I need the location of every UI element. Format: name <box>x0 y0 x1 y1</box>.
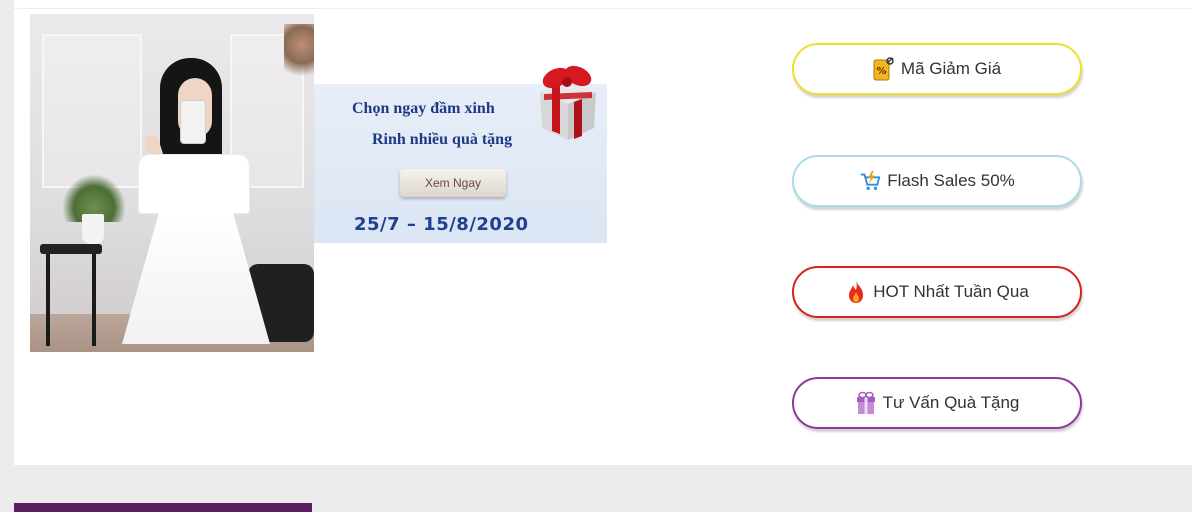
dress-top <box>138 154 250 214</box>
promo-banner[interactable]: Chọn ngay đầm xinh Rinh nhiều quà tặng X… <box>314 65 607 243</box>
page: Chọn ngay đầm xinh Rinh nhiều quà tặng X… <box>0 0 1192 512</box>
gift-box-icon <box>540 65 596 140</box>
cart-flash-icon <box>859 169 881 193</box>
product-photo[interactable] <box>30 14 314 352</box>
plant-pot <box>82 214 104 244</box>
flash-sales-label: Flash Sales 50% <box>887 171 1015 190</box>
fire-icon <box>845 280 867 304</box>
promo-dates: 25/7 – 15/8/2020 <box>354 214 529 235</box>
svg-text:%: % <box>876 66 886 77</box>
banner-subheadline: Rinh nhiều quà tặng <box>372 131 513 148</box>
left-gutter <box>0 0 14 465</box>
dress-skirt <box>122 212 270 344</box>
coupon-label: Mã Giảm Giá <box>900 59 1002 78</box>
divider <box>14 8 1192 9</box>
stool-leg <box>46 254 50 346</box>
stool-leg <box>92 254 96 346</box>
banner-headline: Chọn ngay đầm xinh <box>352 100 495 117</box>
gift-advice-button[interactable]: Tư Vấn Quà Tặng <box>792 377 1082 429</box>
gift-icon <box>855 391 877 415</box>
stool <box>40 244 102 254</box>
hot-week-label: HOT Nhất Tuần Qua <box>873 282 1029 301</box>
phone <box>180 100 206 144</box>
gift-advice-label: Tư Vấn Quà Tặng <box>882 393 1020 412</box>
view-now-button[interactable]: Xem Ngay <box>400 169 506 197</box>
hot-week-button[interactable]: HOT Nhất Tuần Qua <box>792 266 1082 318</box>
wall-panel <box>42 34 142 188</box>
coupon-button[interactable]: % Mã Giảm Giá <box>792 43 1082 95</box>
coupon-icon: % <box>873 57 895 81</box>
section-header-bar <box>14 503 312 512</box>
flowers <box>284 24 314 94</box>
flash-sales-button[interactable]: Flash Sales 50% <box>792 155 1082 207</box>
